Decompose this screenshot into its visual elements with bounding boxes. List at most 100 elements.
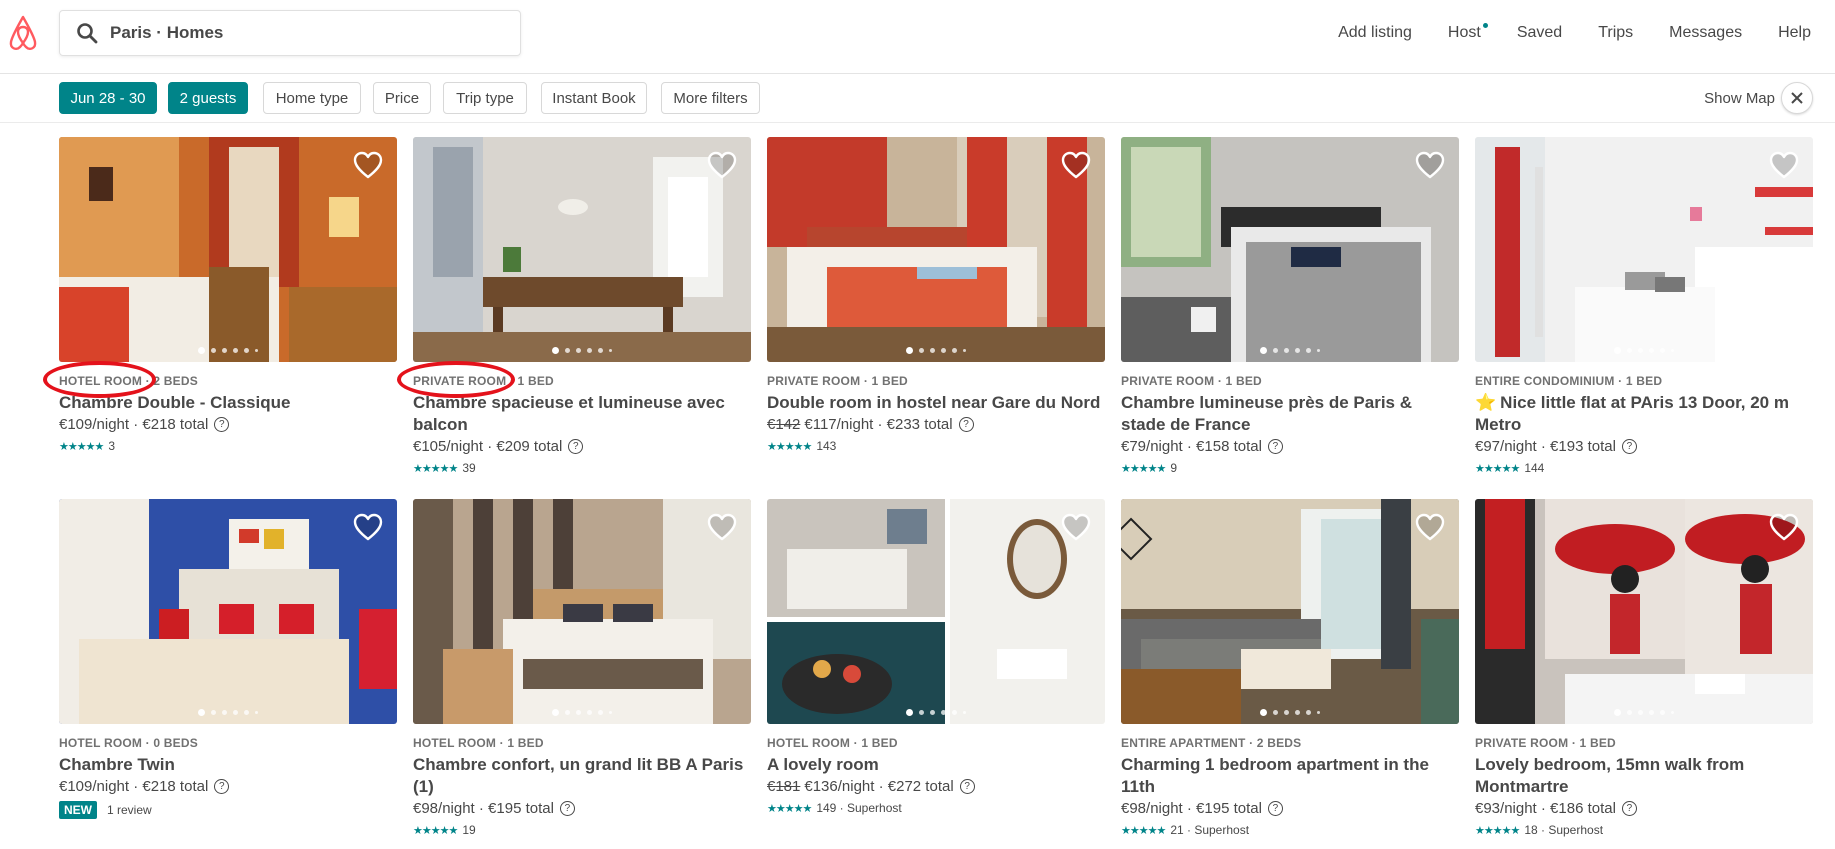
save-heart-icon[interactable] bbox=[1061, 151, 1091, 179]
listing-type: PRIVATE ROOM · 1 BED bbox=[767, 374, 908, 388]
listing-rating: ★★★★★ 39 bbox=[413, 461, 751, 475]
listing-title[interactable]: Double room in hostel near Gare du Nord bbox=[767, 392, 1105, 414]
listing-card[interactable]: PRIVATE ROOM · 1 BED Chambre spacieuse e… bbox=[413, 137, 751, 475]
listing-type: ENTIRE APARTMENT · 2 BEDS bbox=[1121, 736, 1302, 750]
save-heart-icon[interactable] bbox=[707, 513, 737, 541]
listing-title-text: Chambre confort, un grand lit BB A Paris… bbox=[413, 755, 744, 796]
carousel-dots[interactable] bbox=[1121, 347, 1459, 354]
listing-card[interactable]: PRIVATE ROOM · 1 BED Chambre lumineuse p… bbox=[1121, 137, 1459, 475]
listing-image bbox=[1121, 137, 1459, 362]
info-icon[interactable]: ? bbox=[214, 779, 230, 794]
listing-title[interactable]: Chambre spacieuse et lumineuse avec balc… bbox=[413, 392, 751, 436]
listing-image bbox=[767, 499, 1105, 724]
listing-rating: ★★★★★ 143 bbox=[767, 439, 1105, 453]
review-count: 19 bbox=[462, 823, 476, 837]
carousel-dots[interactable] bbox=[59, 347, 397, 354]
info-icon[interactable]: ? bbox=[559, 801, 575, 816]
save-heart-icon[interactable] bbox=[1769, 151, 1799, 179]
price-text: €105/night · €209 total bbox=[413, 438, 563, 455]
listing-title-text: Double room in hostel near Gare du Nord bbox=[767, 393, 1101, 412]
listing-image bbox=[413, 499, 751, 724]
listing-card[interactable]: PRIVATE ROOM · 1 BED Double room in host… bbox=[767, 137, 1105, 453]
listing-title[interactable]: Charming 1 bedroom apartment in the 11th bbox=[1121, 754, 1459, 798]
review-count: 149 · Superhost bbox=[816, 801, 902, 815]
listing-photo[interactable] bbox=[767, 499, 1105, 724]
listing-title[interactable]: Lovely bedroom, 15mn walk from Montmartr… bbox=[1475, 754, 1813, 798]
listing-price: €109/night · €218 total? bbox=[59, 778, 397, 795]
listing-card[interactable]: HOTEL ROOM · 1 BED Chambre confort, un g… bbox=[413, 499, 751, 837]
listing-type: PRIVATE ROOM · 1 BED bbox=[1475, 736, 1616, 750]
listing-title-text: Chambre Twin bbox=[59, 755, 175, 774]
listing-image bbox=[59, 137, 397, 362]
listing-card[interactable]: ENTIRE APARTMENT · 2 BEDS Charming 1 bed… bbox=[1121, 499, 1459, 837]
listing-photo[interactable] bbox=[1121, 137, 1459, 362]
save-heart-icon[interactable] bbox=[1415, 151, 1445, 179]
listing-title-text: A lovely room bbox=[767, 755, 879, 774]
info-icon[interactable]: ? bbox=[959, 779, 975, 794]
carousel-dots[interactable] bbox=[413, 709, 751, 716]
listing-photo[interactable] bbox=[767, 137, 1105, 362]
carousel-dots[interactable] bbox=[1475, 347, 1813, 354]
review-count: 9 bbox=[1170, 461, 1177, 475]
carousel-dots[interactable] bbox=[1121, 709, 1459, 716]
original-price: €181 bbox=[767, 778, 801, 795]
listing-photo[interactable] bbox=[59, 137, 397, 362]
carousel-dots[interactable] bbox=[1475, 709, 1813, 716]
carousel-dots[interactable] bbox=[413, 347, 751, 354]
listing-rating: ★★★★★ 9 bbox=[1121, 461, 1459, 475]
info-icon[interactable]: ? bbox=[1267, 439, 1283, 454]
listing-price: €181 €136/night · €272 total? bbox=[767, 778, 1105, 795]
listing-card[interactable]: HOTEL ROOM · 0 BEDS Chambre Twin €109/ni… bbox=[59, 499, 397, 819]
listing-title[interactable]: Chambre Double - Classique bbox=[59, 392, 397, 414]
listing-card[interactable]: HOTEL ROOM · 1 BED A lovely room €181 €13… bbox=[767, 499, 1105, 815]
price-text: €79/night · €158 total bbox=[1121, 438, 1262, 455]
listing-photo[interactable] bbox=[413, 499, 751, 724]
save-heart-icon[interactable] bbox=[353, 151, 383, 179]
listing-photo[interactable] bbox=[1121, 499, 1459, 724]
listing-rating: ★★★★★ 3 bbox=[59, 439, 397, 453]
save-heart-icon[interactable] bbox=[353, 513, 383, 541]
listing-type: PRIVATE ROOM · 1 BED bbox=[413, 374, 554, 388]
listing-card[interactable]: HOTEL ROOM · 2 BEDS Chambre Double - Cla… bbox=[59, 137, 397, 453]
save-heart-icon[interactable] bbox=[1769, 513, 1799, 541]
carousel-dots[interactable] bbox=[59, 709, 397, 716]
review-count: 39 bbox=[462, 461, 476, 475]
listing-title[interactable]: Chambre Twin bbox=[59, 754, 397, 776]
price-text: €93/night · €186 total bbox=[1475, 800, 1616, 817]
listing-type: ENTIRE CONDOMINIUM · 1 BED bbox=[1475, 374, 1663, 388]
listing-card[interactable]: PRIVATE ROOM · 1 BED Lovely bedroom, 15m… bbox=[1475, 499, 1813, 837]
listing-title[interactable]: A lovely room bbox=[767, 754, 1105, 776]
star-rating-icon: ★★★★★ bbox=[767, 440, 812, 453]
listing-price: €142 €117/night · €233 total? bbox=[767, 416, 1105, 433]
info-icon[interactable]: ? bbox=[214, 417, 230, 432]
price-text: €98/night · €195 total bbox=[413, 800, 554, 817]
info-icon[interactable]: ? bbox=[1621, 439, 1637, 454]
info-icon[interactable]: ? bbox=[1267, 801, 1283, 816]
info-icon[interactable]: ? bbox=[958, 417, 974, 432]
save-heart-icon[interactable] bbox=[1061, 513, 1091, 541]
price-text: €97/night · €193 total bbox=[1475, 438, 1616, 455]
price-text: €109/night · €218 total bbox=[59, 778, 209, 795]
listing-title[interactable]: ⭐ Nice little flat at PAris 13 Door, 20 m… bbox=[1475, 392, 1813, 436]
review-count: 143 bbox=[816, 439, 837, 453]
listing-rating: ★★★★★ 21 · Superhost bbox=[1121, 823, 1459, 837]
info-icon[interactable]: ? bbox=[1621, 801, 1637, 816]
carousel-dots[interactable] bbox=[767, 709, 1105, 716]
carousel-dots[interactable] bbox=[767, 347, 1105, 354]
listing-title[interactable]: Chambre confort, un grand lit BB A Paris… bbox=[413, 754, 751, 798]
star-rating-icon: ★★★★★ bbox=[59, 440, 104, 453]
listing-title[interactable]: Chambre lumineuse près de Paris & stade … bbox=[1121, 392, 1459, 436]
listing-price: €109/night · €218 total? bbox=[59, 416, 397, 433]
save-heart-icon[interactable] bbox=[1415, 513, 1445, 541]
save-heart-icon[interactable] bbox=[707, 151, 737, 179]
listing-photo[interactable] bbox=[59, 499, 397, 724]
price-text: €109/night · €218 total bbox=[59, 416, 209, 433]
listing-photo[interactable] bbox=[1475, 499, 1813, 724]
listing-photo[interactable] bbox=[413, 137, 751, 362]
star-rating-icon: ★★★★★ bbox=[767, 802, 812, 815]
info-icon[interactable]: ? bbox=[568, 439, 584, 454]
listing-photo[interactable] bbox=[1475, 137, 1813, 362]
listing-card[interactable]: ENTIRE CONDOMINIUM · 1 BED ⭐ Nice little … bbox=[1475, 137, 1813, 475]
new-badge: NEW bbox=[59, 801, 97, 819]
listing-rating: ★★★★★ 18 · Superhost bbox=[1475, 823, 1813, 837]
